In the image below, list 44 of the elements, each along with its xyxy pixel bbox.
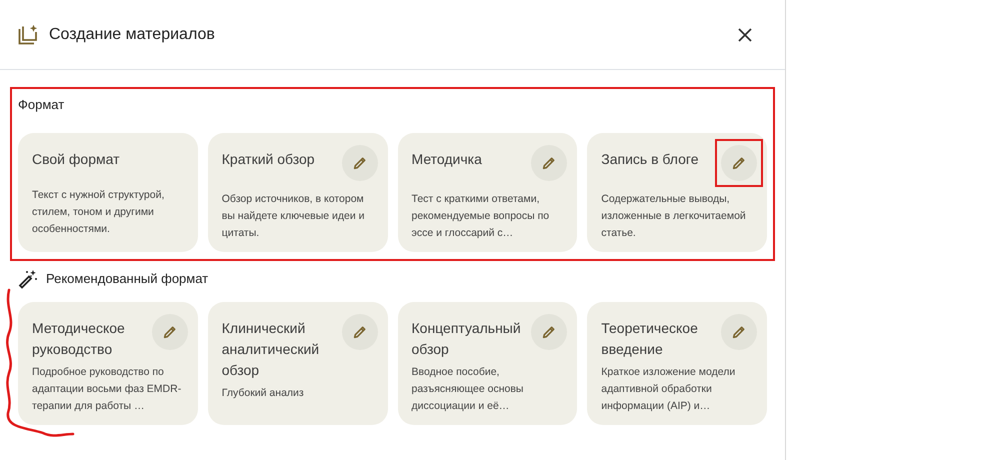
edit-button[interactable] xyxy=(721,144,757,180)
card-description: Глубокий анализ xyxy=(222,386,305,400)
card-description: Текст с нужной структурой, стилем, тоном и другими особенностями. xyxy=(32,188,166,236)
format-card[interactable]: Свой формат Текст с нужной структурой, стилем, тоном и другими особенностями. xyxy=(18,132,198,252)
card-description: Вводное пособие, разъясняющее основы диссоциации и её… xyxy=(412,364,524,414)
edit-button[interactable] xyxy=(721,314,757,350)
dialog-title: Создание материалов xyxy=(49,24,215,44)
close-icon xyxy=(737,26,753,42)
format-card[interactable]: Клинический аналитический обзор Глубокий анализ xyxy=(208,302,388,424)
section-heading: Рекомендованный формат xyxy=(46,270,208,288)
magic-wand-icon xyxy=(18,268,38,288)
edit-button[interactable] xyxy=(342,144,378,180)
card-description: Краткое изложение модели адаптивной обработки информации (AIP) и… xyxy=(601,364,736,414)
edit-button[interactable] xyxy=(152,314,188,350)
format-card[interactable]: Методическое руководство Подробное руководство по адаптации восьми фаз EMDR-терапии для работы … xyxy=(18,302,198,424)
format-card[interactable]: Концептуальный обзор Вводное пособие, разъясняющее основы диссоциации и её… xyxy=(398,302,578,424)
edit-button[interactable] xyxy=(531,314,568,350)
card-title: Концептуальный обзор xyxy=(412,318,522,359)
pencil-icon xyxy=(541,324,558,340)
format-card[interactable]: Теоретическое введение Краткое изложение модели адаптивной обработки информации (AIP) и… xyxy=(587,302,767,424)
format-card[interactable]: Запись в блоге Содержательные выводы, изложенные в легкочитаемой статье. xyxy=(587,132,767,252)
pencil-icon xyxy=(162,324,178,340)
pencil-icon xyxy=(352,154,368,170)
stacked-pages-sparkle-icon xyxy=(18,24,38,44)
card-description: Содержательные выводы, изложенные в легкочитаемой статье. xyxy=(601,192,747,240)
pencil-icon xyxy=(541,154,558,170)
edit-button[interactable] xyxy=(342,314,378,350)
pencil-icon xyxy=(352,324,368,340)
card-title: Методичка xyxy=(412,150,482,169)
section-heading: Формат xyxy=(18,96,66,114)
card-title: Клинический аналитический обзор xyxy=(222,318,320,380)
format-card[interactable]: Методичка Тест с краткими ответами, рекомендуемые вопросы по эссе и глоссарий с… xyxy=(398,132,578,252)
pencil-icon xyxy=(731,324,747,340)
card-description: Подробное руководство по адаптации восьми фаз EMDR-терапии для работы … xyxy=(32,364,182,414)
card-title: Свой формат xyxy=(32,150,120,169)
edit-button[interactable] xyxy=(531,144,568,180)
card-title: Методическое руководство xyxy=(32,318,126,359)
card-title: Краткий обзор xyxy=(222,150,315,169)
pencil-icon xyxy=(731,154,747,170)
card-title: Запись в блоге xyxy=(601,150,698,168)
format-card[interactable]: Краткий обзор Обзор источников, в котором вы найдете ключевые идеи и цитаты. xyxy=(208,132,388,252)
card-description: Обзор источников, в котором вы найдете ключевые идеи и цитаты. xyxy=(222,192,366,240)
card-description: Тест с краткими ответами, рекомендуемые вопросы по эссе и глоссарий с… xyxy=(412,192,550,240)
card-title: Теоретическое введение xyxy=(601,318,699,359)
